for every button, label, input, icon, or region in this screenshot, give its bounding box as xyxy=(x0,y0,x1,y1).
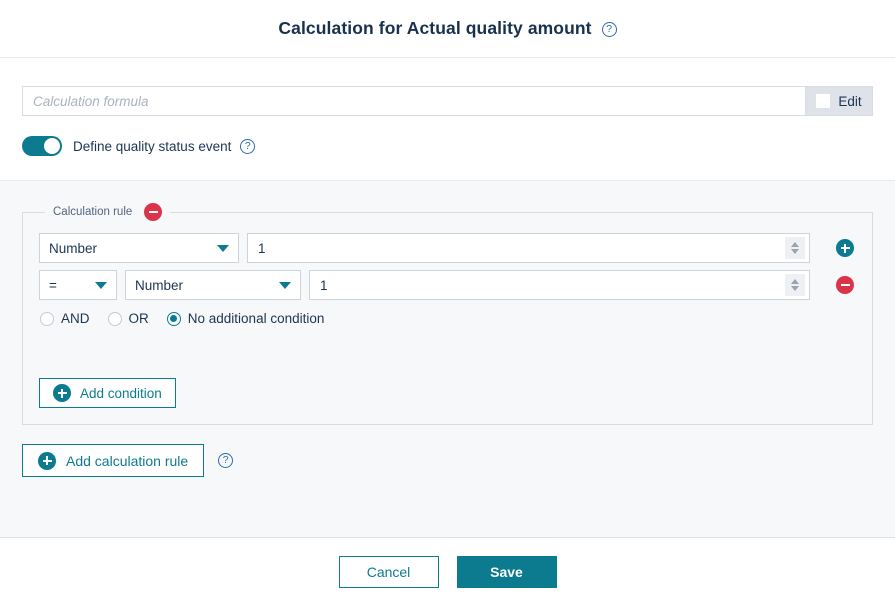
page-title: Calculation for Actual quality amount xyxy=(278,18,592,38)
calculation-formula-input[interactable] xyxy=(22,86,805,116)
stepper-down-icon[interactable] xyxy=(791,286,799,291)
operand-type-value-1: Number xyxy=(49,240,98,256)
operator-select-2[interactable]: = xyxy=(39,270,117,300)
plus-bar-v xyxy=(61,388,63,398)
edit-button-label: Edit xyxy=(838,93,862,109)
chevron-down-icon xyxy=(279,281,291,289)
stepper-down-icon[interactable] xyxy=(791,249,799,254)
quality-status-event-help-icon[interactable]: ? xyxy=(240,138,256,154)
add-row-button[interactable] xyxy=(836,239,854,257)
chevron-down-icon xyxy=(95,281,107,289)
operand-value-field-1[interactable] xyxy=(247,233,810,263)
radio-no-additional-condition[interactable]: No additional condition xyxy=(166,311,325,326)
dialog-footer: Cancel Save xyxy=(0,538,895,606)
dialog-header: Calculation for Actual quality amount ? xyxy=(0,0,895,58)
plus-bar-v xyxy=(46,456,48,465)
stepper-up-icon[interactable] xyxy=(791,279,799,284)
plus-bar-v xyxy=(844,243,846,253)
operator-value-2: = xyxy=(49,277,57,293)
formula-row: Edit xyxy=(22,86,873,116)
calculation-rule-legend: Calculation rule xyxy=(45,203,170,221)
operand-value-field-2[interactable] xyxy=(309,270,810,300)
radio-or-circle[interactable] xyxy=(107,311,122,326)
condition-logic-radio-group: AND OR No additional condition xyxy=(39,311,856,326)
stepper-up-icon[interactable] xyxy=(791,242,799,247)
title-help-icon[interactable]: ? xyxy=(601,21,617,37)
radio-selected-dot xyxy=(170,315,178,322)
radio-and[interactable]: AND xyxy=(40,311,90,326)
circle-plus-icon xyxy=(38,451,56,470)
calculation-rule-row-2: = Number xyxy=(39,270,856,300)
define-quality-status-event-toggle[interactable] xyxy=(22,136,62,156)
quality-status-event-label: Define quality status event xyxy=(73,138,232,154)
add-condition-label: Add condition xyxy=(80,385,162,401)
calculation-rule-legend-label: Calculation rule xyxy=(53,206,133,218)
operand-value-input-2[interactable] xyxy=(310,271,785,299)
minus-bar xyxy=(148,211,158,213)
calculation-rule-panel: Calculation rule Number 1 = Number 1 AND… xyxy=(22,203,873,425)
edit-swatch-icon xyxy=(816,94,831,108)
row-action-2 xyxy=(834,276,856,294)
add-calculation-rule-button[interactable]: Add calculation rule xyxy=(22,444,205,477)
add-condition-button[interactable]: Add condition xyxy=(39,378,176,408)
remove-calculation-rule-button[interactable] xyxy=(144,203,163,221)
operand-value-input-1[interactable] xyxy=(248,234,785,262)
radio-or[interactable]: OR xyxy=(107,311,149,326)
save-button[interactable]: Save xyxy=(456,556,557,588)
radio-or-label: OR xyxy=(128,311,149,326)
quality-status-event-row: Define quality status event ? xyxy=(22,136,873,180)
operand-type-select-1[interactable]: Number xyxy=(39,233,239,263)
add-calculation-rule-help-icon[interactable]: ? xyxy=(218,453,234,468)
remove-row-button[interactable] xyxy=(836,276,854,294)
radio-no-additional-condition-circle[interactable] xyxy=(166,311,181,326)
add-calculation-rule-row: Add calculation rule ? xyxy=(22,444,873,477)
row-action-1 xyxy=(834,239,856,257)
operand-type-select-2[interactable]: Number xyxy=(125,270,301,300)
radio-no-additional-condition-label: No additional condition xyxy=(187,311,325,326)
radio-and-circle[interactable] xyxy=(40,311,54,326)
calculation-rules-area: Calculation rule Number 1 = Number 1 AND… xyxy=(0,180,895,538)
calculation-rule-row-1: Number xyxy=(39,233,856,263)
formula-section: Edit Define quality status event ? xyxy=(0,58,895,180)
add-calculation-rule-label: Add calculation rule xyxy=(66,452,189,469)
cancel-button[interactable]: Cancel xyxy=(338,556,439,588)
number-stepper-2[interactable] xyxy=(785,274,805,296)
radio-and-label: AND xyxy=(61,311,90,326)
operand-type-value-2: Number xyxy=(135,277,184,293)
edit-formula-button[interactable]: Edit xyxy=(805,86,873,116)
minus-bar xyxy=(840,284,850,286)
add-condition-wrap: Add condition xyxy=(39,378,856,408)
circle-plus-icon xyxy=(53,384,71,402)
number-stepper-1[interactable] xyxy=(785,237,805,259)
chevron-down-icon xyxy=(217,244,229,252)
toggle-knob xyxy=(44,138,60,154)
